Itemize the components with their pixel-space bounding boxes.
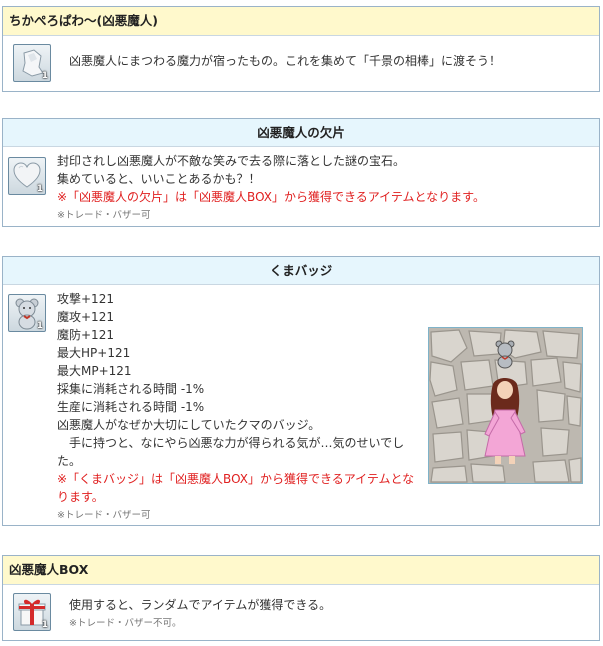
item-quantity: 1 (36, 321, 43, 331)
trade-note: ※トレード・バザー可 (57, 210, 151, 221)
item-description-line: た。 (57, 454, 82, 468)
item-card-bear-badge: くまバッジ 1 攻撃+121 魔攻+121 魔防+121 最大HP+121 最大… (2, 256, 600, 526)
acquisition-note: ※「くまバッジ」は「凶悪魔人BOX」から獲得できるアイテムとな (57, 472, 415, 486)
item-title: ちかぺろぱわ～(凶悪魔人) (3, 7, 599, 36)
stat-magic-attack: 魔攻+121 (57, 310, 114, 324)
stat-gathering-time: 採集に消耗される時間 -1% (57, 382, 205, 396)
white-fragment-icon: 1 (13, 44, 51, 82)
stat-max-hp: 最大HP+121 (57, 346, 131, 360)
item-description-line: 手に持つと、なにやら凶悪な力が得られる気が…気のせいでし (57, 436, 405, 450)
item-card-demon-box: 凶悪魔人BOX 1 使用すると、ランダムでアイテムが獲得できる。 ※トレード・バ… (2, 555, 600, 641)
stat-attack: 攻撃+121 (57, 292, 114, 306)
item-title: 凶悪魔人の欠片 (3, 119, 599, 147)
trade-note: ※トレード・バザー不可。 (69, 618, 182, 629)
bear-badge-icon: 1 (8, 294, 46, 332)
stat-magic-defense: 魔防+121 (57, 328, 114, 342)
item-description: 使用すると、ランダムでアイテムが獲得できる。 (69, 598, 332, 612)
item-title: 凶悪魔人BOX (3, 556, 599, 585)
item-description: 凶悪魔人にまつわる魔力が宿ったもの。これを集めて「千景の相棒」に渡そう！ (69, 54, 502, 68)
item-card-chikapero-power: ちかぺろぱわ～(凶悪魔人) 1 凶悪魔人にまつわる魔力が宿ったもの。これを集めて… (2, 6, 600, 92)
item-card-demon-fragment: 凶悪魔人の欠片 1 封印されし凶悪魔人が不敵な笑みで去る際に落とした謎の宝石。 … (2, 118, 600, 227)
item-quantity: 1 (41, 71, 48, 81)
item-quantity: 1 (41, 620, 48, 630)
stat-max-mp: 最大MP+121 (57, 364, 132, 378)
gift-box-icon: 1 (13, 593, 51, 631)
item-description-line: 凶悪魔人がなぜか大切にしていたクマのバッジ。 (57, 418, 321, 432)
item-description-line: 封印されし凶悪魔人が不敵な笑みで去る際に落とした謎の宝石。 (57, 154, 406, 168)
item-title: くまバッジ (3, 257, 599, 285)
character-preview-image (428, 327, 583, 484)
trade-note: ※トレード・バザー可 (57, 510, 151, 521)
item-description-line: 集めていると、いいことあるかも？！ (57, 172, 261, 186)
acquisition-note: ります。 (57, 490, 104, 504)
stat-crafting-time: 生産に消耗される時間 -1% (57, 400, 205, 414)
acquisition-note: ※「凶悪魔人の欠片」は「凶悪魔人BOX」から獲得できるアイテムとなります。 (57, 190, 485, 204)
heart-stone-icon: 1 (8, 157, 46, 195)
item-quantity: 1 (36, 184, 43, 194)
